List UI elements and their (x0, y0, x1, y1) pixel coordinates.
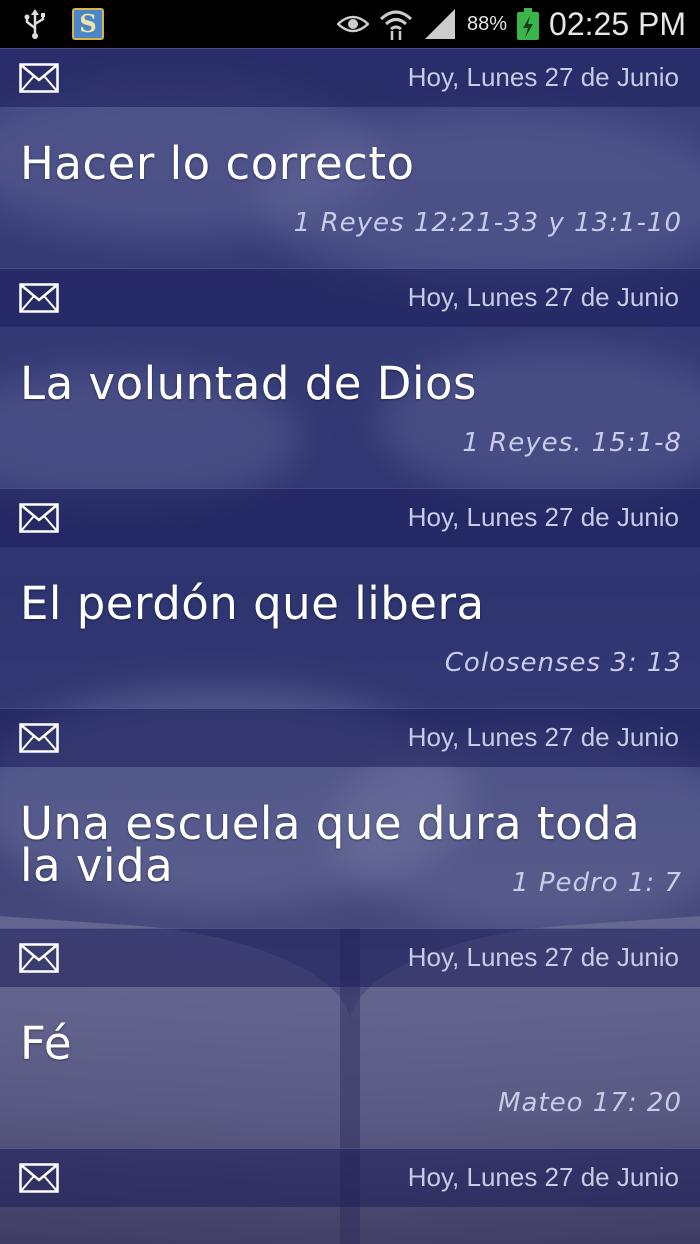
item-title: Hacer lo correcto (20, 137, 415, 190)
item-date: Hoy, Lunes 27 de Junio (407, 1162, 679, 1192)
item-title: Fé (20, 1017, 73, 1070)
list-item[interactable]: Hoy, Lunes 27 de Junio Fé Mateo 17: 20 (0, 928, 700, 1148)
eye-icon (337, 15, 369, 33)
item-body[interactable]: El perdón que libera Colosenses 3: 13 (0, 547, 700, 708)
devotional-list: Hoy, Lunes 27 de Junio Hacer lo correcto… (0, 48, 700, 1207)
status-bar: S 88% 02:25 PM (0, 0, 700, 48)
mail-icon[interactable] (19, 723, 59, 753)
item-header: Hoy, Lunes 27 de Junio (0, 488, 700, 547)
item-title: El perdón que libera (20, 577, 485, 630)
list-item[interactable]: Hoy, Lunes 27 de Junio (0, 1148, 700, 1207)
list-item[interactable]: Hoy, Lunes 27 de Junio Hacer lo correcto… (0, 48, 700, 268)
mail-icon[interactable] (19, 283, 59, 313)
item-date: Hoy, Lunes 27 de Junio (407, 62, 679, 92)
mail-icon[interactable] (19, 943, 59, 973)
item-reference: Colosenses 3: 13 (444, 648, 682, 678)
item-header: Hoy, Lunes 27 de Junio (0, 1148, 700, 1207)
usb-icon (24, 9, 45, 39)
item-header: Hoy, Lunes 27 de Junio (0, 48, 700, 107)
wifi-icon (379, 10, 413, 40)
battery-icon (517, 8, 540, 40)
item-header: Hoy, Lunes 27 de Junio (0, 708, 700, 767)
item-reference: 1 Reyes 12:21-33 y 13:1-10 (293, 208, 682, 238)
signal-icon (425, 9, 455, 39)
item-body[interactable]: Una escuela que dura toda la vida 1 Pedr… (0, 767, 700, 928)
item-header: Hoy, Lunes 27 de Junio (0, 268, 700, 327)
battery-percent: 88% (467, 12, 508, 35)
mail-icon[interactable] (19, 63, 59, 93)
mail-icon[interactable] (19, 1163, 59, 1193)
list-item[interactable]: Hoy, Lunes 27 de Junio El perdón que lib… (0, 488, 700, 708)
item-date: Hoy, Lunes 27 de Junio (407, 282, 679, 312)
item-reference: Mateo 17: 20 (498, 1088, 682, 1118)
item-body[interactable]: Hacer lo correcto 1 Reyes 12:21-33 y 13:… (0, 107, 700, 268)
item-body[interactable]: La voluntad de Dios 1 Reyes. 15:1-8 (0, 327, 700, 488)
item-date: Hoy, Lunes 27 de Junio (407, 722, 679, 752)
item-title: La voluntad de Dios (20, 357, 477, 410)
item-date: Hoy, Lunes 27 de Junio (407, 502, 679, 532)
item-header: Hoy, Lunes 27 de Junio (0, 928, 700, 987)
item-date: Hoy, Lunes 27 de Junio (407, 942, 679, 972)
mail-icon[interactable] (19, 503, 59, 533)
item-body[interactable]: Fé Mateo 17: 20 (0, 987, 700, 1148)
list-item[interactable]: Hoy, Lunes 27 de Junio La voluntad de Di… (0, 268, 700, 488)
item-reference: 1 Reyes. 15:1-8 (462, 428, 682, 458)
item-reference: 1 Pedro 1: 7 (512, 868, 682, 898)
clock: 02:25 PM (549, 5, 686, 42)
list-item[interactable]: Hoy, Lunes 27 de Junio Una escuela que d… (0, 708, 700, 928)
app-notification-icon: S (72, 8, 104, 40)
